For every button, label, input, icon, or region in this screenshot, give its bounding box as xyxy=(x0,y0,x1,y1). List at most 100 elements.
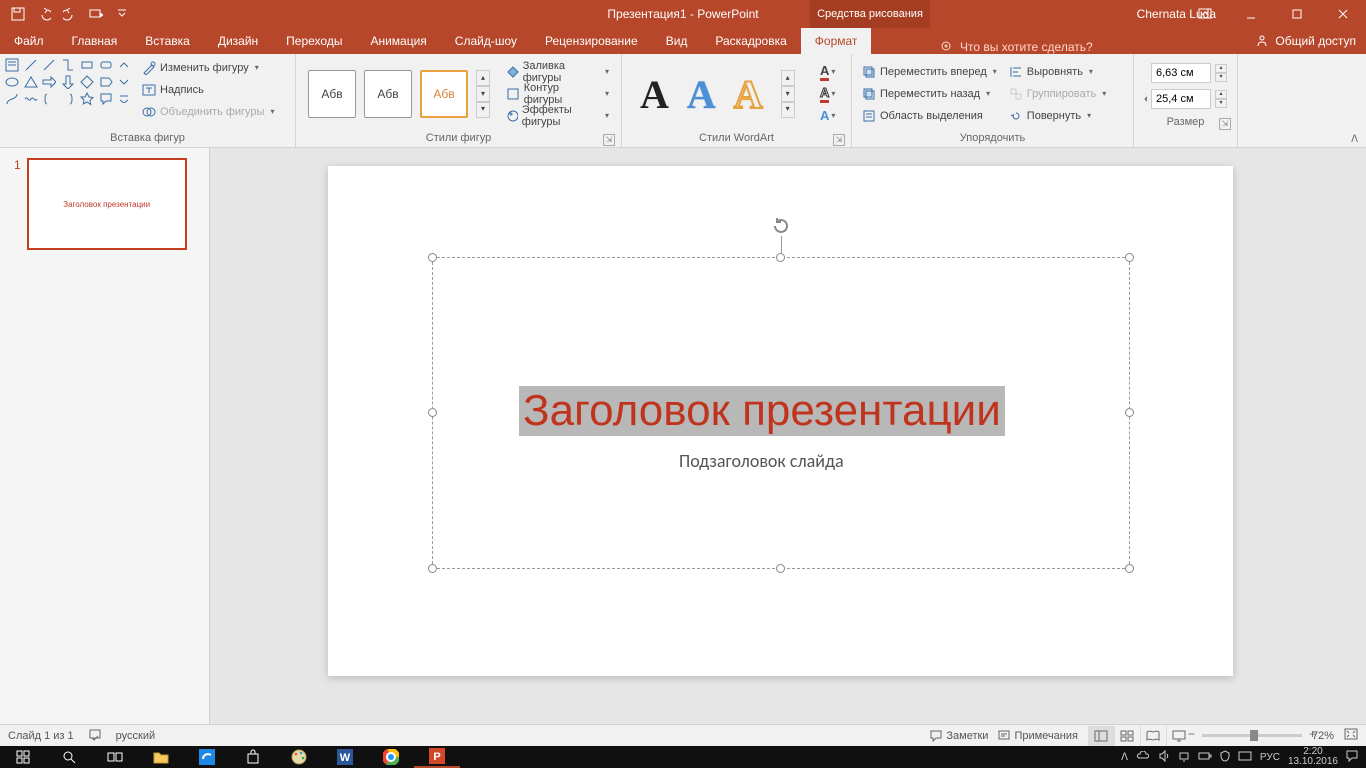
slide-thumbnail-1[interactable]: 1 Заголовок презентации xyxy=(14,158,195,250)
style-gallery-up[interactable]: ▴ xyxy=(476,70,490,86)
selection-pane-button[interactable]: Область выделения xyxy=(858,105,1001,126)
handle-bl[interactable] xyxy=(428,564,437,573)
shape-style-2[interactable]: Абв xyxy=(364,70,412,118)
shape-star-icon[interactable] xyxy=(79,91,95,107)
shape-brace2-icon[interactable] xyxy=(60,91,76,107)
taskbar-powerpoint[interactable]: P xyxy=(414,746,460,768)
slide[interactable]: Заголовок презентации Подзаголовок слайд… xyxy=(328,166,1233,676)
shape-connector-icon[interactable] xyxy=(60,57,76,73)
qat-customize-button[interactable] xyxy=(110,2,134,26)
tell-me-search[interactable]: Что вы хотите сделать? xyxy=(940,40,1093,54)
shape-diamond-icon[interactable] xyxy=(79,74,95,90)
shape-outline-button[interactable]: Контур фигуры▾ xyxy=(504,83,611,104)
search-button[interactable] xyxy=(46,746,92,768)
shape-callout-icon[interactable] xyxy=(98,91,114,107)
shape-gallery-scroll-up[interactable] xyxy=(116,57,132,73)
spellcheck-icon[interactable] xyxy=(88,727,102,744)
task-view-button[interactable] xyxy=(92,746,138,768)
bring-forward-button[interactable]: Переместить вперед▾ xyxy=(858,61,1001,82)
ribbon-display-options-button[interactable] xyxy=(1182,0,1228,28)
tray-network-icon[interactable] xyxy=(1178,750,1190,765)
shape-arrow-right-icon[interactable] xyxy=(41,74,57,90)
wa-gallery-up[interactable]: ▴ xyxy=(781,70,795,86)
handle-br[interactable] xyxy=(1125,564,1134,573)
shape-style-1[interactable]: Абв xyxy=(308,70,356,118)
tab-file[interactable]: Файл xyxy=(0,28,58,54)
taskbar-store[interactable] xyxy=(230,746,276,768)
shape-fill-button[interactable]: Заливка фигуры▾ xyxy=(504,61,611,82)
minimize-button[interactable] xyxy=(1228,0,1274,28)
tray-keyboard-icon[interactable] xyxy=(1238,751,1252,764)
tray-clock[interactable]: 2:20 13.10.2016 xyxy=(1288,747,1338,767)
zoom-in-button[interactable]: + xyxy=(1309,727,1316,741)
zoom-slider[interactable]: − + xyxy=(1202,734,1302,737)
shape-arrow-down-icon[interactable] xyxy=(60,74,76,90)
zoom-out-button[interactable]: − xyxy=(1188,727,1195,741)
shape-line2-icon[interactable] xyxy=(41,57,57,73)
zoom-handle[interactable] xyxy=(1250,730,1258,741)
tray-volume-icon[interactable] xyxy=(1158,750,1170,765)
rotate-button[interactable]: Повернуть▾ xyxy=(1005,105,1111,126)
wordart-gallery[interactable]: A A A ▴ ▾ ▾ xyxy=(626,57,809,131)
send-backward-button[interactable]: Переместить назад▾ xyxy=(858,83,1001,104)
tray-onedrive-icon[interactable] xyxy=(1136,751,1150,764)
tab-design[interactable]: Дизайн xyxy=(204,28,272,54)
taskbar-word[interactable]: W xyxy=(322,746,368,768)
align-button[interactable]: Выровнять▾ xyxy=(1005,61,1111,82)
tab-animations[interactable]: Анимация xyxy=(356,28,440,54)
maximize-button[interactable] xyxy=(1274,0,1320,28)
comments-button[interactable]: Примечания xyxy=(998,730,1078,742)
shape-roundrect-icon[interactable] xyxy=(98,57,114,73)
text-box-button[interactable]: Надпись xyxy=(138,79,278,100)
fit-to-window-button[interactable] xyxy=(1344,728,1358,743)
height-down[interactable]: ▾ xyxy=(1215,73,1227,82)
text-effects-button[interactable]: A▾ xyxy=(815,105,841,126)
save-button[interactable] xyxy=(6,2,30,26)
wa-gallery-more[interactable]: ▾ xyxy=(781,102,795,118)
reading-view-button[interactable] xyxy=(1140,726,1166,746)
wordart-dialog-launcher[interactable]: ⇲ xyxy=(833,134,845,146)
shape-wave-icon[interactable] xyxy=(23,91,39,107)
tab-home[interactable]: Главная xyxy=(58,28,132,54)
width-input[interactable] xyxy=(1151,89,1211,109)
tab-storyboard[interactable]: Раскадровка xyxy=(701,28,800,54)
slide-thumbnail[interactable]: Заголовок презентации xyxy=(27,158,187,250)
width-up[interactable]: ▴ xyxy=(1215,90,1227,99)
shape-gallery-more[interactable] xyxy=(116,91,132,107)
handle-b[interactable] xyxy=(776,564,785,573)
tray-defender-icon[interactable] xyxy=(1220,750,1230,765)
shape-line-icon[interactable] xyxy=(23,57,39,73)
shape-triangle-icon[interactable] xyxy=(23,74,39,90)
normal-view-button[interactable] xyxy=(1088,726,1114,746)
shape-style-gallery[interactable]: Абв Абв Абв ▴ ▾ ▾ xyxy=(300,57,498,131)
style-gallery-down[interactable]: ▾ xyxy=(476,86,490,102)
style-gallery-more[interactable]: ▾ xyxy=(476,102,490,118)
tab-slideshow[interactable]: Слайд-шоу xyxy=(441,28,531,54)
height-input[interactable] xyxy=(1151,63,1211,83)
slide-thumbnail-pane[interactable]: 1 Заголовок презентации xyxy=(0,148,210,724)
shape-brace-icon[interactable] xyxy=(41,91,57,107)
wordart-style-1[interactable]: A xyxy=(640,71,669,118)
tray-battery-icon[interactable] xyxy=(1198,752,1212,763)
handle-t[interactable] xyxy=(776,253,785,262)
tray-overflow-icon[interactable]: ᐱ xyxy=(1121,752,1128,763)
shape-gallery-scroll-down[interactable] xyxy=(116,74,132,90)
language-indicator[interactable]: русский xyxy=(116,730,155,742)
tab-insert[interactable]: Вставка xyxy=(131,28,204,54)
taskbar-chrome[interactable] xyxy=(368,746,414,768)
taskbar-edge[interactable] xyxy=(184,746,230,768)
shape-styles-dialog-launcher[interactable]: ⇲ xyxy=(603,134,615,146)
tab-view[interactable]: Вид xyxy=(652,28,702,54)
handle-r[interactable] xyxy=(1125,408,1134,417)
slide-title-text[interactable]: Заголовок презентации xyxy=(519,386,1005,436)
shape-effects-button[interactable]: Эффекты фигуры▾ xyxy=(504,105,611,126)
shape-oval-icon[interactable] xyxy=(4,74,20,90)
slide-subtitle-text[interactable]: Подзаголовок слайда xyxy=(679,450,844,472)
notes-button[interactable]: Заметки xyxy=(930,730,988,742)
title-textbox[interactable]: Заголовок презентации Подзаголовок слайд… xyxy=(432,257,1130,569)
rotate-handle[interactable] xyxy=(771,216,791,236)
tray-action-center-icon[interactable] xyxy=(1346,750,1358,765)
height-up[interactable]: ▴ xyxy=(1215,64,1227,73)
width-down[interactable]: ▾ xyxy=(1215,99,1227,108)
handle-l[interactable] xyxy=(428,408,437,417)
